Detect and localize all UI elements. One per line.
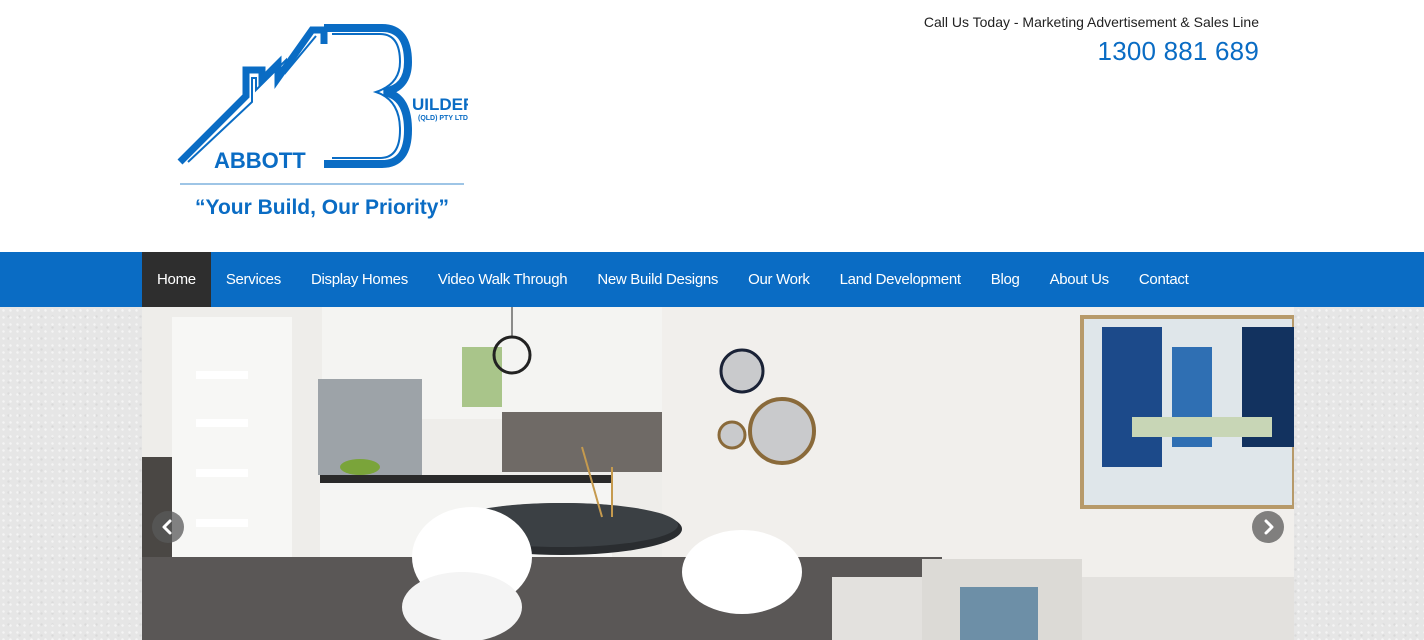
nav-item-display-homes[interactable]: Display Homes <box>296 252 423 307</box>
slider-prev-button[interactable] <box>152 511 184 543</box>
nav-item-about-us[interactable]: About Us <box>1035 252 1124 307</box>
site-header: UILDERS (QLD) PTY LTD ABBOTT “Your Build… <box>0 0 1424 252</box>
nav-item-our-work[interactable]: Our Work <box>733 252 825 307</box>
svg-text:UILDERS: UILDERS <box>412 95 468 114</box>
nav-item-contact[interactable]: Contact <box>1124 252 1204 307</box>
main-navigation: Home Services Display Homes Video Walk T… <box>0 252 1424 307</box>
call-us-text: Call Us Today - Marketing Advertisement … <box>923 14 1259 30</box>
nav-item-new-build-designs[interactable]: New Build Designs <box>582 252 733 307</box>
nav-item-services[interactable]: Services <box>211 252 296 307</box>
nav-item-home[interactable]: Home <box>142 252 211 307</box>
nav-item-land-development[interactable]: Land Development <box>825 252 976 307</box>
nav-item-video-walk-through[interactable]: Video Walk Through <box>423 252 582 307</box>
hero-slide-image <box>142 307 1294 640</box>
nav-item-blog[interactable]: Blog <box>976 252 1035 307</box>
phone-number[interactable]: 1300 881 689 <box>1098 36 1259 67</box>
slider-next-button[interactable] <box>1252 511 1284 543</box>
company-logo[interactable]: UILDERS (QLD) PTY LTD ABBOTT “Your Build… <box>176 18 487 228</box>
chevron-left-icon <box>162 519 172 535</box>
svg-text:“Your Build, Our Priority”: “Your Build, Our Priority” <box>195 196 449 219</box>
svg-text:(QLD) PTY LTD: (QLD) PTY LTD <box>418 115 468 122</box>
svg-text:ABBOTT: ABBOTT <box>214 148 306 173</box>
chevron-right-icon <box>1264 519 1274 535</box>
